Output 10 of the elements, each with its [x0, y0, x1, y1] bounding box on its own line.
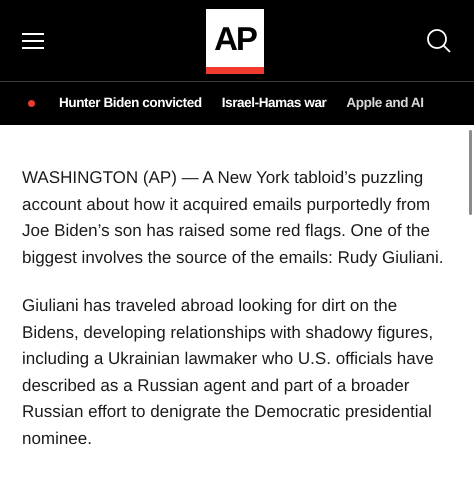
topic-link[interactable]: Apple and AI	[346, 93, 424, 114]
article-paragraph: WASHINGTON (AP) — A New York tabloid’s puzzling account about how it acquired emails purportedly from Joe Biden’s son has raised some red flags. One of the biggest involves the source of the emails: Rudy Giuliani.	[22, 167, 444, 268]
article-paragraph: Giuliani has traveled abroad looking for dirt on the Bidens, developing relationships with shadowy figures, including a Ukrainian lawmaker who U.S. officials have described as a Russian agent and part of a broader Russian effort to denigrate the Democratic presidential nominee.	[22, 295, 435, 450]
topic-link[interactable]: Hunter Biden convicted	[59, 93, 202, 114]
scroll-thumb[interactable]	[469, 130, 472, 215]
live-dot-icon	[28, 100, 35, 107]
logo[interactable]: AP	[206, 9, 264, 74]
menu-icon[interactable]	[22, 32, 44, 48]
search-icon[interactable]	[426, 28, 452, 54]
topic-link[interactable]: Israel-Hamas war	[222, 93, 326, 114]
